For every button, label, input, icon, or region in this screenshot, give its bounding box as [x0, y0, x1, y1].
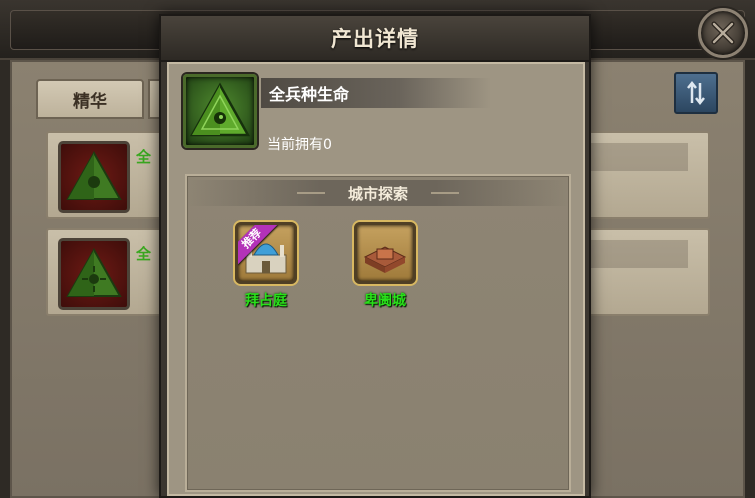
dialog-header: 产出详情: [161, 16, 589, 62]
background-item-slot: [58, 238, 130, 310]
green-pyramid-eye-icon: [66, 247, 122, 297]
background-item-bar: [588, 240, 688, 268]
green-pyramid-icon: [66, 150, 122, 200]
close-icon: [711, 21, 735, 45]
item-name: 全兵种生命: [269, 85, 350, 104]
green-pyramid-icon: [189, 82, 251, 137]
source-section: 城市探索 推荐 拜占庭 卑阓城: [185, 174, 571, 492]
sort-button[interactable]: [674, 72, 718, 114]
background-item-name-stub: 全: [136, 245, 152, 263]
source-section-title: 城市探索: [347, 184, 408, 203]
fortress-city-icon[interactable]: [354, 222, 416, 284]
sort-arrows-icon: [687, 80, 705, 106]
output-details-dialog: 产出详情 全兵种生命 当前拥有0 城市探索 推荐 拜占庭 卑阓城: [159, 14, 591, 498]
tab-essence[interactable]: 精华: [36, 79, 144, 119]
item-icon[interactable]: [183, 74, 257, 148]
tab-essence-label: 精华: [73, 91, 107, 112]
header-divider-right: [431, 192, 459, 194]
city-name: 拜占庭: [245, 293, 287, 309]
dialog-title: 产出详情: [331, 27, 419, 51]
city-name: 卑阓城: [364, 293, 406, 309]
background-item-slot: [58, 141, 130, 213]
fortress-icon: [363, 246, 407, 273]
item-owned-count: 当前拥有0: [267, 137, 332, 153]
byzantium-palace-icon[interactable]: 推荐: [235, 222, 297, 284]
background-item-name-stub: 全: [136, 148, 152, 166]
dialog-body: 全兵种生命 当前拥有0 城市探索 推荐 拜占庭 卑阓城: [167, 62, 585, 496]
header-divider-left: [297, 192, 325, 194]
close-button[interactable]: [698, 8, 748, 58]
background-item-bar: [588, 143, 688, 171]
city-item-fortress[interactable]: 卑阓城: [345, 222, 425, 310]
city-item-byzantium[interactable]: 推荐 拜占庭: [226, 222, 306, 310]
source-section-header: 城市探索: [187, 180, 569, 206]
